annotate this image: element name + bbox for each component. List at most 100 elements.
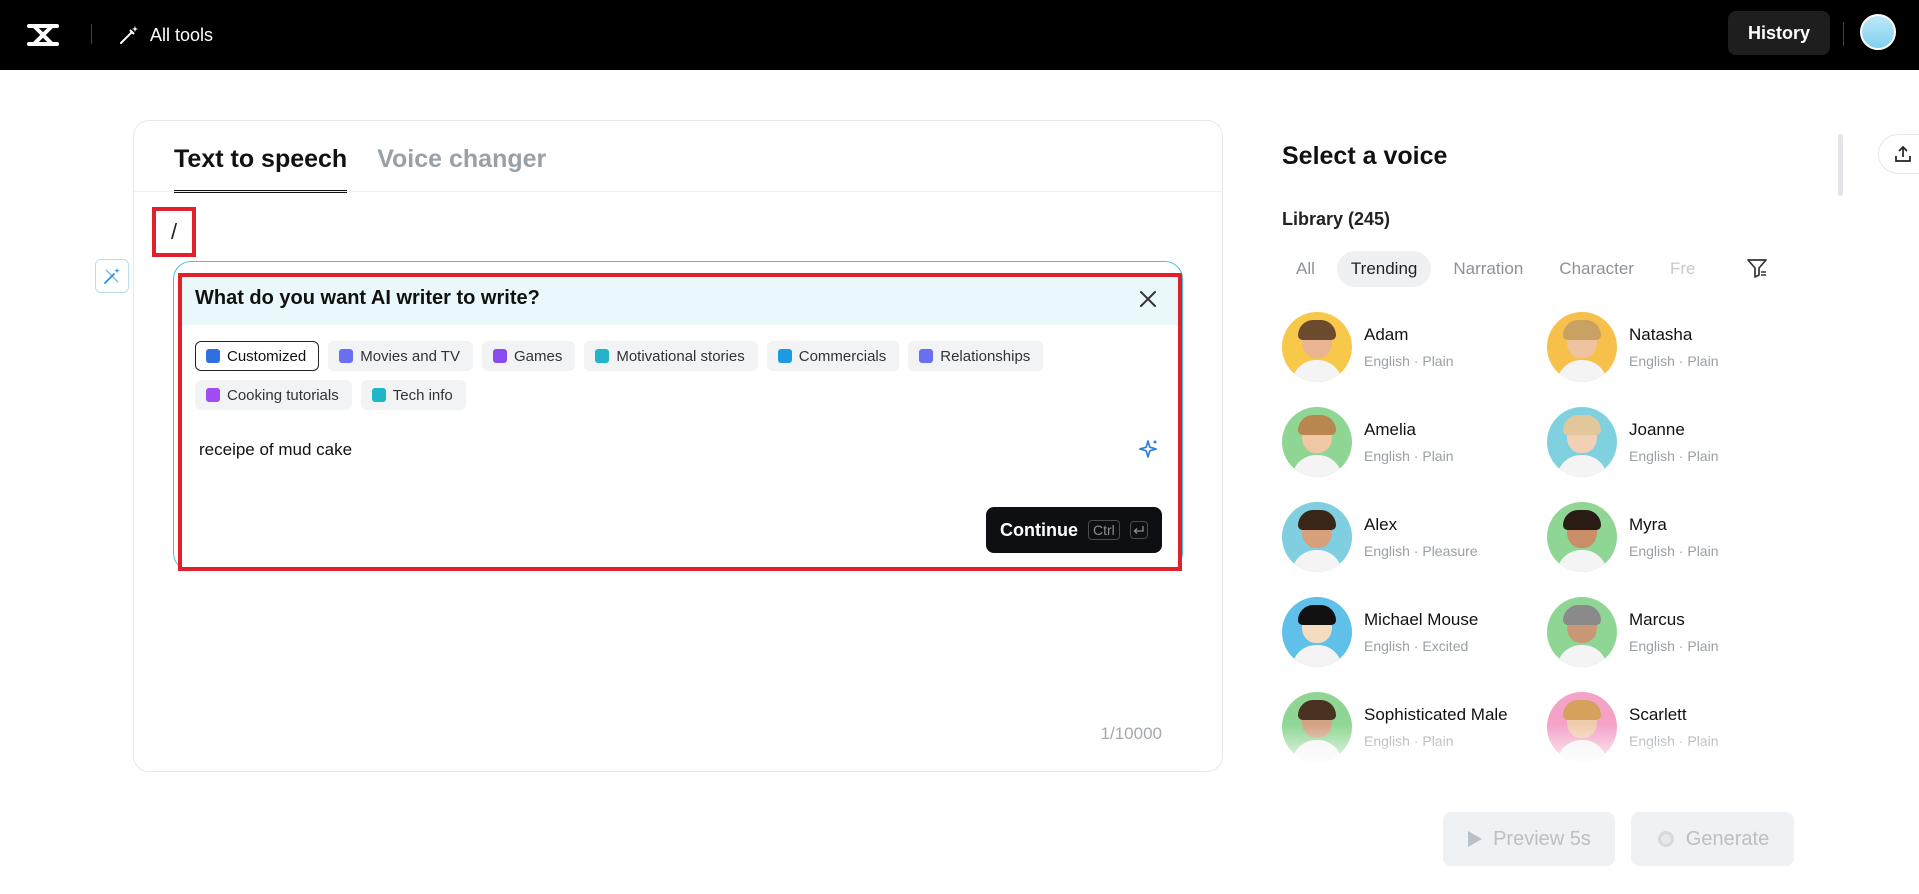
voice-tab-more[interactable]: Fre — [1656, 251, 1710, 287]
avatar-hair — [1298, 415, 1336, 435]
avatar-body — [1557, 455, 1607, 477]
all-tools-label: All tools — [150, 24, 214, 45]
voice-name: Adam — [1364, 325, 1409, 344]
voice-tab-narration[interactable]: Narration — [1439, 251, 1537, 287]
upload-voice-button[interactable] — [1878, 134, 1919, 174]
voice-description: English · Plain — [1629, 638, 1719, 654]
voice-avatar — [1282, 312, 1352, 382]
avatar-hair — [1298, 700, 1336, 720]
avatar-hair — [1563, 605, 1601, 625]
avatar-hair — [1298, 510, 1336, 530]
voice-name: Marcus — [1629, 610, 1685, 629]
avatar-hair — [1563, 510, 1601, 530]
gamepad-icon — [492, 349, 507, 363]
voice-info: Alex English · Pleasure — [1364, 515, 1478, 559]
user-avatar[interactable] — [1860, 14, 1896, 50]
voice-item[interactable]: Joanne English · Plain — [1547, 407, 1807, 477]
history-button[interactable]: History — [1728, 11, 1830, 55]
loading-icon — [1657, 831, 1674, 847]
all-tools-button[interactable]: All tools — [118, 21, 213, 49]
voice-avatar — [1547, 502, 1617, 572]
avatar-body — [1292, 645, 1342, 667]
close-icon — [1140, 291, 1156, 307]
voice-description: English · Plain — [1629, 353, 1719, 369]
voice-name: Sophisticated Male — [1364, 705, 1508, 724]
mode-tabs: Text to speech Voice changer — [174, 139, 546, 193]
category-chip[interactable]: Customized — [195, 341, 320, 371]
divider — [134, 191, 1222, 192]
generate-button[interactable]: Generate — [1631, 812, 1794, 866]
voice-tab-all[interactable]: All — [1282, 251, 1329, 287]
voice-avatar — [1282, 407, 1352, 477]
voice-item[interactable]: Amelia English · Plain — [1282, 407, 1542, 477]
scrollbar[interactable] — [1838, 134, 1843, 196]
category-chip[interactable]: Tech info — [360, 380, 466, 410]
voice-name: Michael Mouse — [1364, 610, 1479, 629]
edit-icon — [206, 349, 220, 363]
magic-wand-icon — [104, 268, 120, 284]
category-chip[interactable]: Movies and TV — [328, 341, 473, 371]
voice-info: Amelia English · Plain — [1364, 420, 1454, 464]
sparkle-icon[interactable] — [1137, 438, 1159, 460]
voice-name: Joanne — [1629, 420, 1685, 439]
avatar-hair — [1563, 415, 1601, 435]
voice-list: Adam English · Plain Natasha English · Plai… — [1282, 312, 1842, 768]
cup-icon — [206, 388, 220, 402]
continue-button[interactable]: Continue Ctrl — [986, 507, 1162, 553]
enter-key-icon — [1129, 521, 1148, 539]
tab-voice-changer[interactable]: Voice changer — [377, 139, 546, 193]
voice-info: Joanne English · Plain — [1629, 420, 1719, 464]
category-chip[interactable]: Relationships — [908, 341, 1044, 371]
category-chip[interactable]: Games — [481, 341, 576, 371]
voice-name: Myra — [1629, 515, 1667, 534]
avatar-hair — [1563, 320, 1601, 340]
voice-item[interactable]: Sophisticated Male English · Plain — [1282, 692, 1542, 762]
tab-text-to-speech[interactable]: Text to speech — [174, 139, 348, 193]
voice-item[interactable]: Natasha English · Plain — [1547, 312, 1807, 382]
voice-avatar — [1282, 692, 1352, 762]
filter-icon[interactable] — [1746, 257, 1768, 279]
category-chip[interactable]: Commercials — [766, 341, 900, 371]
ai-writer-button[interactable] — [95, 259, 129, 293]
avatar-body — [1292, 455, 1342, 477]
voice-description: English · Plain — [1364, 353, 1454, 369]
magic-wand-icon — [120, 26, 138, 44]
voice-item[interactable]: Alex English · Pleasure — [1282, 502, 1542, 572]
ai-writer-title: What do you want AI writer to write? — [195, 287, 540, 309]
billboard-icon — [777, 349, 792, 363]
voice-avatar — [1547, 597, 1617, 667]
preview-button[interactable]: Preview 5s — [1443, 812, 1615, 866]
voice-description: English · Pleasure — [1364, 543, 1478, 559]
text-input[interactable]: / — [152, 207, 196, 257]
voice-tab-character[interactable]: Character — [1545, 251, 1648, 287]
category-chip-label: Customized — [227, 347, 307, 365]
avatar-body — [1292, 550, 1342, 572]
category-chip-label: Cooking tutorials — [227, 386, 339, 404]
voice-item[interactable]: Scarlett English · Plain — [1547, 692, 1807, 762]
clapperboard-icon — [339, 349, 354, 363]
ai-writer-panel: What do you want AI writer to write? Cus… — [178, 273, 1182, 571]
close-button[interactable] — [1135, 286, 1161, 312]
avatar-body — [1292, 740, 1342, 762]
prompt-input[interactable]: receipe of mud cake — [199, 440, 352, 460]
voice-description: English · Plain — [1364, 448, 1454, 464]
category-chip[interactable]: Motivational stories — [584, 341, 758, 371]
category-chip[interactable]: Cooking tutorials — [195, 380, 352, 410]
avatar-hair — [1298, 605, 1336, 625]
people-icon — [919, 349, 934, 363]
voice-description: English · Excited — [1364, 638, 1469, 654]
avatar-body — [1557, 550, 1607, 572]
voice-name: Amelia — [1364, 420, 1416, 439]
voice-info: Scarlett English · Plain — [1629, 705, 1719, 749]
rocket-icon — [371, 388, 386, 402]
capcut-logo-icon[interactable] — [26, 18, 60, 52]
voice-item[interactable]: Myra English · Plain — [1547, 502, 1807, 572]
generate-label: Generate — [1685, 827, 1770, 850]
category-chip-label: Motivational stories — [616, 347, 745, 365]
voice-item[interactable]: Marcus English · Plain — [1547, 597, 1807, 667]
category-chip-label: Movies and TV — [360, 347, 460, 365]
voice-item[interactable]: Adam English · Plain — [1282, 312, 1542, 382]
voice-info: Marcus English · Plain — [1629, 610, 1719, 654]
voice-tab-trending[interactable]: Trending — [1336, 251, 1432, 287]
voice-item[interactable]: Michael Mouse English · Excited — [1282, 597, 1542, 667]
